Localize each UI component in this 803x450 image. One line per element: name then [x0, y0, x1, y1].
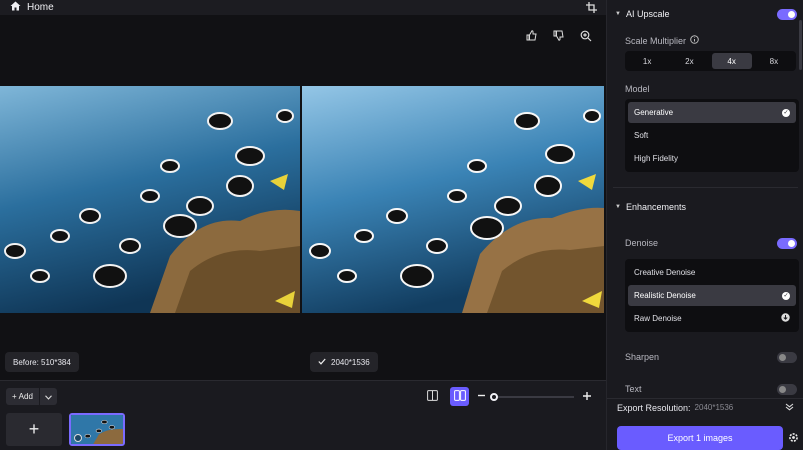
export-button[interactable]: Export 1 images	[617, 426, 783, 450]
model-option-label: High Fidelity	[634, 154, 679, 163]
check-icon	[318, 358, 326, 367]
scale-option-2x[interactable]: 2x	[669, 53, 709, 69]
toggle-knob	[788, 11, 795, 18]
denoise-label: Denoise	[625, 238, 659, 248]
export-button-label: Export 1 images	[667, 433, 733, 443]
denoise-toggle[interactable]	[777, 238, 797, 249]
bottom-bar: + Add +	[0, 380, 606, 450]
zoom-slider-handle[interactable]	[490, 392, 498, 401]
panel-scrollbar[interactable]	[799, 20, 802, 70]
before-resolution-badge: Before: 510*384	[5, 352, 79, 372]
denoise-option-raw[interactable]: Raw Denoise	[628, 308, 796, 329]
export-resolution-label: Export Resolution:	[617, 403, 691, 413]
image-viewer: Before: 510*384 2040*1536	[0, 15, 606, 380]
model-option-label: Soft	[634, 131, 649, 140]
denoise-option-label: Realistic Denoise	[634, 291, 696, 300]
scale-option-8x[interactable]: 8x	[754, 53, 794, 69]
home-icon	[10, 1, 21, 14]
sharpen-label: Sharpen	[625, 352, 660, 362]
scale-multiplier-label-row: Scale Multiplier	[625, 35, 699, 46]
model-label: Model	[625, 84, 650, 94]
add-image-plus: +	[28, 419, 40, 439]
before-resolution-label: Before: 510*384	[13, 357, 71, 367]
image-thumbnail[interactable]	[69, 413, 125, 446]
export-divider	[607, 398, 803, 399]
double-chevron-down-icon[interactable]	[785, 403, 794, 413]
home-label: Home	[27, 2, 54, 13]
thumbs-up-icon[interactable]	[525, 29, 538, 42]
ai-upscale-toggle[interactable]	[777, 9, 797, 20]
processing-clock-icon	[74, 434, 82, 442]
after-resolution-badge: 2040*1536	[310, 352, 378, 372]
zoom-in-icon[interactable]	[579, 29, 592, 42]
chevron-down-icon	[45, 392, 52, 402]
denoise-list: Creative Denoise Realistic Denoise ✓ Raw…	[625, 259, 799, 332]
zoom-slider[interactable]	[490, 392, 574, 401]
denoise-option-realistic[interactable]: Realistic Denoise ✓	[628, 285, 796, 306]
after-image	[302, 86, 604, 313]
collapse-triangle-icon: ▼	[615, 11, 621, 17]
toggle-knob	[779, 386, 786, 393]
add-button[interactable]: + Add	[6, 388, 39, 405]
zoom-plus-icon[interactable]	[582, 391, 592, 403]
text-toggle[interactable]	[777, 384, 797, 395]
view-tools	[423, 387, 592, 406]
model-option-generative[interactable]: Generative ✓	[628, 102, 796, 123]
info-icon[interactable]	[690, 35, 699, 46]
model-list: Generative ✓ Soft High Fidelity	[625, 99, 799, 172]
add-control: + Add	[6, 388, 57, 405]
text-label: Text	[625, 384, 642, 394]
scale-multiplier-selector: 1x 2x 4x 8x	[625, 51, 796, 71]
ai-upscale-title: AI Upscale	[625, 9, 670, 19]
ai-upscale-header[interactable]: ▼ AI Upscale	[615, 9, 669, 19]
zoom-out-icon[interactable]	[477, 391, 486, 402]
scale-option-4x[interactable]: 4x	[711, 53, 752, 69]
sharpen-toggle[interactable]	[777, 352, 797, 363]
thumbs-down-icon[interactable]	[552, 29, 565, 42]
view-actions	[525, 29, 592, 42]
before-image	[0, 86, 300, 313]
home-link[interactable]: Home	[0, 1, 54, 14]
denoise-option-creative[interactable]: Creative Denoise	[628, 262, 796, 283]
toggle-knob	[779, 354, 786, 361]
enhancements-title: Enhancements	[625, 202, 686, 212]
model-option-label: Generative	[634, 108, 674, 117]
split-view-icon	[427, 390, 438, 403]
model-option-high-fidelity[interactable]: High Fidelity	[628, 148, 796, 169]
split-view-button[interactable]	[423, 387, 442, 406]
crop-icon[interactable]	[586, 2, 597, 13]
add-button-label: Add	[18, 392, 33, 401]
enhancements-header[interactable]: ▼ Enhancements	[615, 202, 686, 212]
selected-check-icon: ✓	[782, 108, 790, 117]
top-bar: Home	[0, 0, 606, 15]
side-by-side-button[interactable]	[450, 387, 469, 406]
denoise-option-label: Raw Denoise	[634, 314, 682, 323]
collapse-triangle-icon: ▼	[615, 204, 621, 210]
add-dropdown-button[interactable]	[38, 388, 57, 405]
section-divider	[613, 187, 798, 188]
scale-option-1x[interactable]: 1x	[627, 53, 667, 69]
download-icon[interactable]	[781, 313, 790, 324]
gear-icon[interactable]	[788, 432, 799, 443]
selected-check-icon: ✓	[782, 291, 790, 300]
export-resolution-value: 2040*1536	[694, 403, 734, 412]
export-resolution: Export Resolution: 2040*1536	[617, 403, 733, 413]
toggle-knob	[788, 240, 795, 247]
plus-icon: +	[12, 392, 17, 401]
side-by-side-icon	[453, 390, 466, 403]
add-image-tile[interactable]: +	[6, 413, 62, 446]
scale-multiplier-label: Scale Multiplier	[625, 35, 687, 46]
settings-panel: ▼ AI Upscale Scale Multiplier 1x 2x 4x 8…	[606, 0, 803, 450]
denoise-option-label: Creative Denoise	[634, 268, 696, 277]
after-resolution-label: 2040*1536	[331, 357, 370, 367]
model-option-soft[interactable]: Soft	[628, 125, 796, 146]
